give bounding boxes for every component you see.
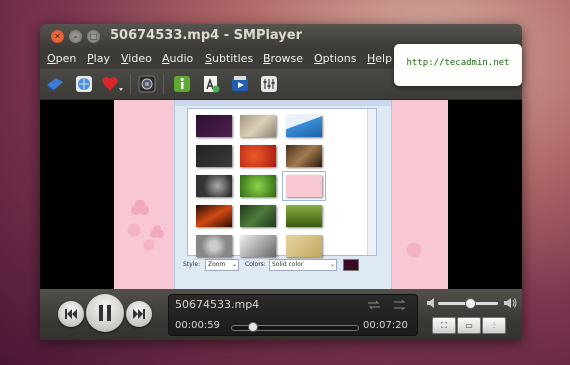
open-url-icon[interactable] — [73, 73, 95, 95]
style-select[interactable]: Zoom ⌄ — [205, 259, 239, 271]
menu-help[interactable]: Help — [367, 52, 392, 65]
equalizer-icon[interactable] — [258, 73, 280, 95]
wallpaper-thumb[interactable] — [196, 205, 232, 227]
equalizer-button[interactable]: ⫶ — [482, 317, 506, 334]
menu-subtitles[interactable]: Subtitles — [205, 52, 253, 65]
rewind-icon — [65, 309, 77, 319]
compact-mode-button[interactable]: ▭ — [457, 317, 481, 334]
wallpaper-thumb[interactable] — [240, 235, 276, 257]
menu-play[interactable]: Play — [87, 52, 110, 65]
volume-high-icon[interactable] — [504, 297, 517, 309]
fullscreen-button[interactable]: ⛶ — [432, 317, 456, 334]
info-panel: 50674533.mp4 00:00:59 00:07:20 — [168, 294, 418, 336]
url-tooltip: http://tecadmin.net — [394, 44, 522, 86]
wallpaper-thumb[interactable] — [286, 235, 322, 257]
menu-browse[interactable]: Browse — [263, 52, 303, 65]
window-title: 50674533.mp4 - SMPlayer — [110, 28, 303, 43]
wallpaper-thumb[interactable] — [286, 145, 322, 167]
volume-handle[interactable] — [465, 298, 476, 309]
forward-button[interactable] — [126, 301, 152, 327]
colors-label: Colors: — [245, 261, 266, 268]
style-value: Zoom — [208, 261, 226, 268]
info-icon[interactable] — [171, 73, 193, 95]
repeat-icon[interactable] — [367, 300, 381, 310]
screenshot-icon[interactable] — [136, 73, 158, 95]
wallpaper-scrollbar[interactable] — [367, 109, 376, 255]
sliders-icon: ⫶ — [493, 320, 495, 330]
elapsed-time: 00:00:59 — [175, 320, 220, 331]
style-label: Style: — [183, 261, 201, 268]
wallpaper-thumb[interactable] — [196, 115, 232, 137]
color-swatch[interactable] — [343, 259, 359, 271]
filename-label: 50674533.mp4 — [175, 298, 260, 311]
toolbar-separator — [130, 74, 131, 94]
dialog-tab-bar — [175, 100, 391, 106]
close-icon[interactable]: ✕ — [51, 30, 64, 43]
fullscreen-icon: ⛶ — [441, 320, 447, 330]
wallpaper-thumb[interactable] — [196, 145, 232, 167]
minimize-icon[interactable]: – — [69, 30, 82, 43]
desktop-background-dialog: Style: Zoom ⌄ Colors: Solid color ⌄ — [174, 100, 392, 289]
playlist-icon[interactable] — [229, 73, 251, 95]
menu-options[interactable]: Options — [314, 52, 356, 65]
video-frame: Style: Zoom ⌄ Colors: Solid color ⌄ — [114, 100, 448, 289]
flower-decoration-icon — [131, 200, 164, 238]
menu-video[interactable]: Video — [121, 52, 152, 65]
wallpaper-thumb[interactable] — [240, 115, 276, 137]
wallpaper-thumb-selected[interactable] — [282, 171, 326, 201]
pause-button[interactable] — [86, 294, 124, 332]
video-area[interactable]: Style: Zoom ⌄ Colors: Solid color ⌄ — [40, 100, 522, 289]
wallpaper-thumb[interactable] — [240, 175, 276, 197]
tooltip-url: http://tecadmin.net — [406, 58, 510, 68]
seek-handle[interactable] — [248, 322, 258, 332]
wallpaper-thumb[interactable] — [240, 205, 276, 227]
total-time: 00:07:20 — [363, 320, 408, 331]
control-bar: 50674533.mp4 00:00:59 00:07:20 ⛶ ▭ ⫶ — [40, 289, 522, 340]
forward-icon — [133, 309, 145, 319]
volume-low-icon[interactable] — [427, 298, 436, 308]
wallpaper-thumb[interactable] — [286, 205, 322, 227]
wallpaper-thumb[interactable] — [196, 235, 232, 257]
maximize-icon[interactable]: □ — [87, 30, 100, 43]
pause-icon — [99, 305, 111, 321]
colors-select[interactable]: Solid color ⌄ — [269, 259, 337, 271]
menu-open[interactable]: Open — [47, 52, 76, 65]
toolbar-separator — [163, 74, 164, 94]
favorites-icon[interactable] — [100, 73, 126, 95]
compact-icon: ▭ — [465, 321, 473, 330]
colors-value: Solid color — [272, 261, 304, 268]
subtitle-icon[interactable] — [200, 73, 222, 95]
wallpaper-grid — [187, 108, 377, 257]
wallpaper-thumb[interactable] — [196, 175, 232, 197]
wallpaper-thumb[interactable] — [240, 145, 276, 167]
shuffle-icon[interactable] — [393, 300, 407, 310]
open-file-icon[interactable] — [44, 73, 66, 95]
menu-audio[interactable]: Audio — [162, 52, 193, 65]
rewind-button[interactable] — [58, 301, 84, 327]
wallpaper-thumb[interactable] — [286, 115, 322, 137]
